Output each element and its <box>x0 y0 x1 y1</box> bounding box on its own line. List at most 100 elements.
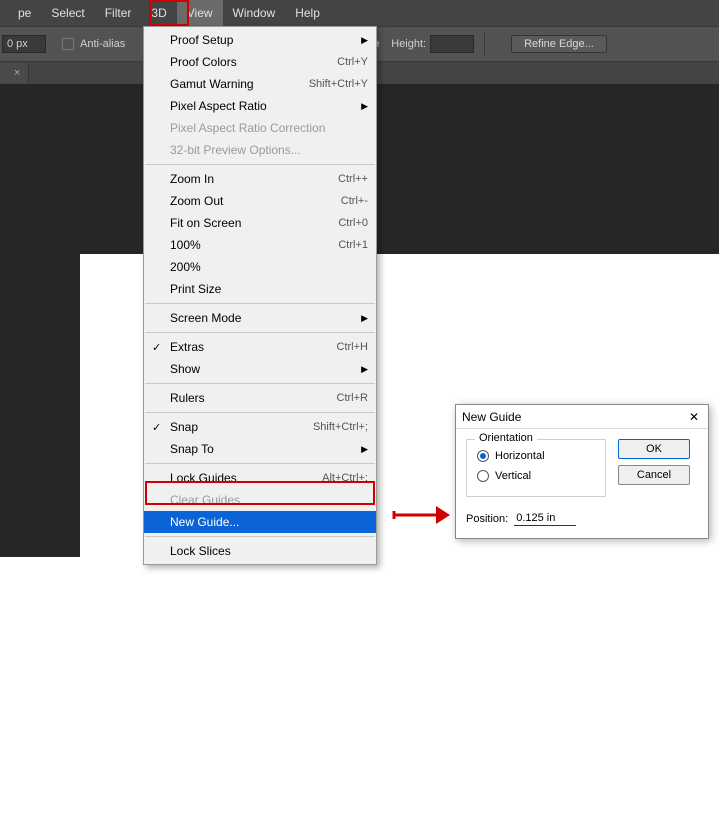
menu-separator <box>145 463 375 464</box>
menu-separator <box>145 536 375 537</box>
menu-item-print-size[interactable]: Print Size <box>144 278 376 300</box>
menubar: pe Select Filter 3D View Window Help <box>0 0 719 26</box>
menu-item-shortcut: Ctrl++ <box>338 173 368 185</box>
cancel-button[interactable]: Cancel <box>618 465 690 485</box>
menu-item-shortcut: Ctrl+1 <box>338 239 368 251</box>
menu-item-32-bit-preview-options: 32-bit Preview Options... <box>144 139 376 161</box>
menu-item-snap-to[interactable]: Snap To▶ <box>144 438 376 460</box>
menu-item-label: Lock Slices <box>170 544 368 558</box>
new-guide-dialog: New Guide ✕ Orientation Horizontal Verti… <box>455 404 709 539</box>
ok-button[interactable]: OK <box>618 439 690 459</box>
menu-item-label: Show <box>170 362 368 376</box>
dialog-title: New Guide <box>462 410 686 424</box>
menu-item-label: Lock Guides <box>170 471 310 485</box>
menu-separator <box>145 383 375 384</box>
menu-item-label: Rulers <box>170 391 325 405</box>
menu-item-pixel-aspect-ratio-correction: Pixel Aspect Ratio Correction <box>144 117 376 139</box>
menu-window[interactable]: Window <box>223 0 286 26</box>
menu-item-pixel-aspect-ratio[interactable]: Pixel Aspect Ratio▶ <box>144 95 376 117</box>
menu-item-shortcut: Alt+Ctrl+; <box>322 472 368 484</box>
height-input[interactable] <box>430 35 474 53</box>
submenu-arrow-icon: ▶ <box>361 444 368 455</box>
orientation-legend: Orientation <box>475 432 537 444</box>
dialog-titlebar[interactable]: New Guide ✕ <box>456 405 708 429</box>
document-tab[interactable]: × <box>0 63 29 83</box>
menu-pe[interactable]: pe <box>8 0 41 26</box>
antialias-label: Anti-alias <box>80 38 125 50</box>
annotation-arrow-icon <box>392 502 452 528</box>
radio-horizontal[interactable]: Horizontal <box>477 446 595 466</box>
check-icon: ✓ <box>152 421 161 434</box>
menu-item-label: Snap To <box>170 442 368 456</box>
radio-vertical[interactable]: Vertical <box>477 466 595 486</box>
menu-item-shortcut: Ctrl+R <box>337 392 368 404</box>
menu-item-label: Clear Guides <box>170 493 368 507</box>
radio-vertical-icon <box>477 470 489 482</box>
check-icon: ✓ <box>152 341 161 354</box>
menu-item-label: Zoom Out <box>170 194 329 208</box>
menu-item-label: Zoom In <box>170 172 326 186</box>
menu-item-shortcut: Ctrl+H <box>337 341 368 353</box>
menu-item-shortcut: Shift+Ctrl+; <box>313 421 368 433</box>
menu-separator <box>145 412 375 413</box>
view-dropdown: Proof Setup▶Proof ColorsCtrl+YGamut Warn… <box>143 26 377 565</box>
orientation-fieldset: Orientation Horizontal Vertical <box>466 439 606 497</box>
menu-item-lock-guides[interactable]: Lock Guides Alt+Ctrl+; <box>144 467 376 489</box>
menu-item-snap[interactable]: ✓ Snap Shift+Ctrl+; <box>144 416 376 438</box>
menu-item-new-guide[interactable]: New Guide... <box>144 511 376 533</box>
menu-item-clear-guides: Clear Guides <box>144 489 376 511</box>
menu-view[interactable]: View <box>177 0 223 26</box>
menu-filter[interactable]: Filter <box>95 0 142 26</box>
submenu-arrow-icon: ▶ <box>361 313 368 324</box>
menu-item-100[interactable]: 100% Ctrl+1 <box>144 234 376 256</box>
menu-item-label: Screen Mode <box>170 311 368 325</box>
menu-item-label: Pixel Aspect Ratio <box>170 99 368 113</box>
menu-item-label: 32-bit Preview Options... <box>170 143 368 157</box>
menu-item-zoom-out[interactable]: Zoom Out Ctrl+- <box>144 190 376 212</box>
menu-item-label: New Guide... <box>170 515 368 529</box>
divider <box>484 32 485 56</box>
menu-item-shortcut: Ctrl+- <box>341 195 368 207</box>
menu-separator <box>145 332 375 333</box>
submenu-arrow-icon: ▶ <box>361 101 368 112</box>
menu-item-proof-colors[interactable]: Proof ColorsCtrl+Y <box>144 51 376 73</box>
menu-item-shortcut: Ctrl+Y <box>337 56 368 68</box>
menu-item-gamut-warning[interactable]: Gamut Warning Shift+Ctrl+Y <box>144 73 376 95</box>
height-label: Height: <box>391 38 426 50</box>
menu-item-shortcut: Shift+Ctrl+Y <box>309 78 368 90</box>
menu-item-label: Pixel Aspect Ratio Correction <box>170 121 368 135</box>
menu-item-extras[interactable]: ✓ Extras Ctrl+H <box>144 336 376 358</box>
menu-separator <box>145 164 375 165</box>
menu-item-label: Print Size <box>170 282 368 296</box>
menu-item-label: Extras <box>170 340 325 354</box>
menu-item-fit-on-screen[interactable]: Fit on Screen Ctrl+0 <box>144 212 376 234</box>
feather-input[interactable] <box>2 35 46 53</box>
menu-item-200[interactable]: 200% <box>144 256 376 278</box>
radio-horizontal-label: Horizontal <box>495 450 545 462</box>
menu-item-label: 200% <box>170 260 368 274</box>
close-tab-icon[interactable]: × <box>14 67 20 79</box>
menu-item-label: Snap <box>170 420 301 434</box>
antialias-checkbox[interactable] <box>62 38 74 50</box>
menu-item-label: Proof Setup <box>170 33 368 47</box>
refine-edge-button[interactable]: Refine Edge... <box>511 35 607 53</box>
menu-item-show[interactable]: Show▶ <box>144 358 376 380</box>
radio-horizontal-icon <box>477 450 489 462</box>
menu-item-zoom-in[interactable]: Zoom In Ctrl++ <box>144 168 376 190</box>
menu-item-label: 100% <box>170 238 326 252</box>
menu-select[interactable]: Select <box>41 0 94 26</box>
menu-item-label: Fit on Screen <box>170 216 326 230</box>
menu-3d[interactable]: 3D <box>141 0 176 26</box>
menu-help[interactable]: Help <box>285 0 330 26</box>
menu-item-rulers[interactable]: Rulers Ctrl+R <box>144 387 376 409</box>
menu-item-proof-setup[interactable]: Proof Setup▶ <box>144 29 376 51</box>
menu-item-screen-mode[interactable]: Screen Mode▶ <box>144 307 376 329</box>
menu-item-lock-slices[interactable]: Lock Slices <box>144 540 376 562</box>
menu-separator <box>145 303 375 304</box>
dialog-close-icon[interactable]: ✕ <box>686 410 702 424</box>
menu-item-shortcut: Ctrl+0 <box>338 217 368 229</box>
submenu-arrow-icon: ▶ <box>361 364 368 375</box>
position-label: Position: <box>466 513 508 525</box>
position-input[interactable] <box>514 511 576 526</box>
menu-item-label: Gamut Warning <box>170 77 297 91</box>
